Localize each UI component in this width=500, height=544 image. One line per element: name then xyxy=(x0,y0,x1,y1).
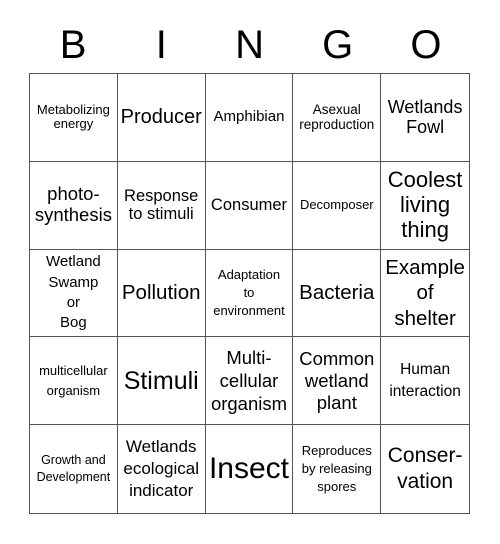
bingo-cell[interactable]: Amphibian xyxy=(205,74,294,162)
bingo-cell[interactable]: Insect xyxy=(206,425,294,513)
bingo-cell[interactable]: Bacteria xyxy=(293,249,382,338)
header-letter-b: B xyxy=(59,23,87,67)
bingo-grid: Metabolizing energy Producer Amphibian A… xyxy=(29,73,470,514)
bingo-cell[interactable]: Wetlands ecological indicator xyxy=(118,425,206,513)
bingo-cell[interactable]: Asexual reproduction xyxy=(293,74,382,162)
bingo-cell[interactable]: Conser- vation xyxy=(381,425,469,513)
bingo-cell[interactable]: Decomposer xyxy=(293,161,382,250)
bingo-header: B I N G O xyxy=(29,20,470,70)
bingo-cell[interactable]: Adaptation to environment xyxy=(205,249,294,338)
bingo-cell[interactable]: multicellular organism xyxy=(30,337,118,426)
bingo-cell[interactable]: photo- synthesis xyxy=(30,161,118,250)
bingo-cell[interactable]: Coolest living thing xyxy=(381,162,469,250)
bingo-cell[interactable]: Reproduces by releasing spores xyxy=(293,425,382,513)
bingo-cell[interactable]: Consumer xyxy=(205,161,294,250)
bingo-cell[interactable]: Multi- cellular organism xyxy=(205,337,294,426)
bingo-cell[interactable]: Wetland Swamp or Bog xyxy=(30,249,118,338)
bingo-cell[interactable]: Stimuli xyxy=(117,337,206,426)
bingo-cell[interactable]: Growth and Development xyxy=(30,425,118,513)
bingo-cell[interactable]: Producer xyxy=(117,74,206,162)
bingo-cell[interactable]: Pollution xyxy=(117,249,206,338)
header-letter-i: I xyxy=(155,23,167,67)
bingo-cell[interactable]: Wetlands Fowl xyxy=(381,74,469,162)
bingo-cell[interactable]: Metabolizing energy xyxy=(30,74,118,162)
header-letter-o: O xyxy=(410,23,442,67)
bingo-cell[interactable]: Response to stimuli xyxy=(117,161,206,250)
header-letter-n: N xyxy=(235,23,264,67)
bingo-cell[interactable]: Example of shelter xyxy=(381,250,469,338)
bingo-cell[interactable]: Human interaction xyxy=(381,337,469,426)
header-letter-g: G xyxy=(322,23,354,67)
bingo-cell[interactable]: Common wetland plant xyxy=(293,337,382,426)
